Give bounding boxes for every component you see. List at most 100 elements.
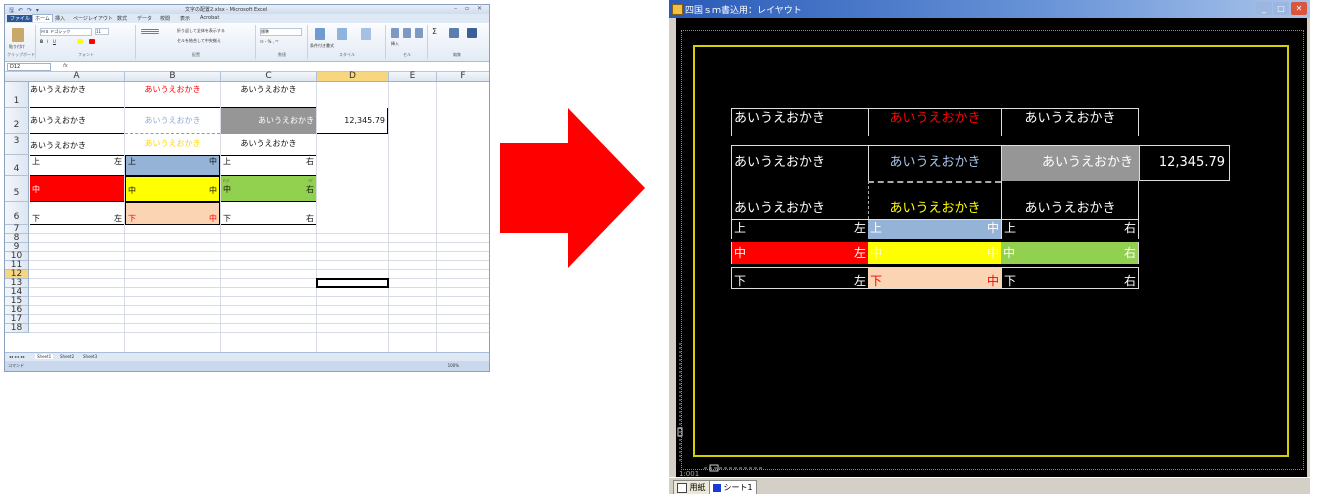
tab-review[interactable]: 校閲	[160, 15, 170, 22]
row-header[interactable]: 4	[5, 155, 29, 176]
tab-file[interactable]: ファイル	[7, 15, 34, 22]
cad-cell-r6c1[interactable]: 下 左	[731, 267, 868, 289]
cad-cell-r5c2[interactable]: 中 中	[868, 242, 1001, 264]
conditional-format-icon[interactable]	[315, 28, 325, 40]
cad-cell-r6c3[interactable]: 下 右	[1001, 267, 1139, 289]
cad-cell-r5c1[interactable]: 中 左	[731, 242, 868, 264]
tab-view[interactable]: 表示	[180, 15, 190, 22]
column-header-a[interactable]: A	[29, 72, 125, 82]
cell-b6[interactable]: 下 中	[125, 202, 220, 225]
row-header[interactable]: 1	[5, 82, 29, 108]
close-button[interactable]: ✕	[1291, 2, 1307, 15]
tab-paper[interactable]: 用紙	[673, 480, 710, 494]
drawing-canvas[interactable]: あいうえおかき あいうえおかき あいうえおかき あいうえおかき あいうえおかき …	[676, 18, 1307, 478]
cell-c5[interactable]: ﾁｭｳ 中 ﾐｷﾞ 右	[221, 176, 316, 202]
tab-formulas[interactable]: 数式	[117, 15, 127, 22]
cell-a5[interactable]: 中 左	[30, 176, 124, 202]
cad-cell-r3c1[interactable]: あいうえおかき	[731, 181, 868, 219]
row-header[interactable]: 5	[5, 176, 29, 202]
column-header-f[interactable]: F	[437, 72, 489, 82]
table-format-icon[interactable]	[337, 28, 347, 40]
name-box[interactable]: D12	[7, 63, 51, 71]
number-buttons[interactable]: ☷ - % , ⁰⁰	[260, 39, 278, 44]
worksheet-grid[interactable]: A B C D E F 1 2 3 4 5 6 7 8 9 10 11 12 1…	[5, 72, 489, 352]
cad-cell-r4c2[interactable]: 上 中	[868, 219, 1001, 239]
cell-style-icon[interactable]	[361, 28, 371, 40]
tab-data[interactable]: データ	[137, 15, 152, 22]
cell-b2[interactable]: あいうえおかき	[125, 108, 220, 134]
italic-button[interactable]: I	[47, 39, 48, 44]
cell-c6[interactable]: 下 右	[221, 202, 316, 225]
cell-c3[interactable]: あいうえおかき	[221, 138, 316, 155]
autosum-icon[interactable]: Σ	[432, 27, 437, 36]
sheet-tab-3[interactable]: Sheet3	[83, 354, 97, 359]
cell-c1[interactable]: あいうえおかき	[221, 84, 316, 108]
column-header-e[interactable]: E	[389, 72, 437, 82]
paste-icon[interactable]	[12, 28, 24, 42]
row-header[interactable]: 18	[5, 324, 29, 333]
cell-b1[interactable]: あいうえおかき	[125, 84, 220, 108]
cell-a1[interactable]: あいうえおかき	[30, 84, 124, 108]
cad-cell-r2c3[interactable]: あいうえおかき	[1001, 145, 1139, 181]
cad-cell-r3c3[interactable]: あいうえおかき	[1001, 181, 1139, 219]
cell-b4[interactable]: 上 中	[125, 155, 220, 176]
find-select-icon[interactable]	[467, 28, 477, 38]
cad-cell-r4c1[interactable]: 上 左	[731, 219, 868, 239]
cad-cell-r2c4[interactable]: 12,345.79	[1139, 145, 1230, 181]
cell-c4[interactable]: 上 右	[221, 155, 316, 176]
cell-a6[interactable]: 下 左	[30, 202, 124, 225]
tab-home[interactable]: ホーム	[32, 14, 53, 22]
fx-button[interactable]: fx	[63, 63, 68, 69]
zoom-level[interactable]: 100%	[448, 363, 459, 368]
tab-sheet1[interactable]: シート1	[709, 480, 757, 494]
tab-acrobat[interactable]: Acrobat	[200, 15, 219, 21]
cad-cell-r1c1[interactable]: あいうえおかき	[731, 108, 868, 136]
window-controls[interactable]: – ▫ ✕	[454, 5, 485, 12]
cad-cell-r1c3[interactable]: あいうえおかき	[1001, 108, 1139, 136]
cell-text: 中	[209, 157, 217, 166]
row-header[interactable]: 3	[5, 134, 29, 155]
tab-insert[interactable]: 挿入	[55, 15, 65, 22]
select-all-corner[interactable]	[5, 72, 30, 82]
format-cells-icon[interactable]	[415, 28, 423, 38]
cell-a2[interactable]: あいうえおかき	[30, 108, 124, 134]
fill-color-icon[interactable]	[77, 39, 83, 44]
minimize-button[interactable]: _	[1256, 2, 1272, 15]
bold-button[interactable]: B	[40, 39, 43, 44]
row-header[interactable]: 2	[5, 108, 29, 134]
column-header-b[interactable]: B	[125, 72, 221, 82]
cad-cell-r4c3[interactable]: 上 右	[1001, 219, 1139, 239]
cell-a4[interactable]: 上 左	[30, 155, 124, 176]
maximize-button[interactable]: □	[1273, 2, 1289, 15]
insert-cells-icon[interactable]	[391, 28, 399, 38]
column-header-c[interactable]: C	[221, 72, 317, 82]
cad-cell-r5c3[interactable]: 中 右	[1001, 242, 1139, 264]
font-color-icon[interactable]	[89, 39, 95, 44]
number-format-box[interactable]: 標準	[260, 28, 302, 36]
tab-page-layout[interactable]: ページレイアウト	[73, 15, 113, 22]
sort-filter-icon[interactable]	[449, 28, 459, 38]
cad-cell-r3c2[interactable]: あいうえおかき	[868, 181, 1001, 219]
cad-cell-r1c2[interactable]: あいうえおかき	[868, 108, 1001, 136]
delete-cells-icon[interactable]	[403, 28, 411, 38]
cell-b5[interactable]: 中 中	[125, 176, 220, 202]
cad-cell-r6c2[interactable]: 下 中	[868, 267, 1001, 289]
font-name-box[interactable]: ＭＳ Ｐゴシック	[40, 28, 92, 36]
align-icon[interactable]	[141, 29, 159, 34]
wrap-text-button[interactable]: 折り返して全体を表示する	[177, 28, 225, 34]
row-header[interactable]: 6	[5, 202, 29, 225]
cell-a3[interactable]: あいうえおかき	[30, 140, 124, 154]
sheet-nav-arrows[interactable]: ◂◂ ◂ ▸ ▸▸	[9, 354, 25, 359]
cell-c2[interactable]: あいうえおかき	[221, 108, 316, 134]
cad-cell-r2c1[interactable]: あいうえおかき	[731, 145, 868, 181]
cell-b3[interactable]: あいうえおかき	[125, 138, 220, 155]
font-size-box[interactable]: 11	[95, 28, 109, 35]
merge-button[interactable]: セルを結合して中央揃え	[177, 38, 221, 44]
cell-d2[interactable]: 12,345.79	[317, 108, 388, 134]
active-cell-d12[interactable]	[316, 278, 389, 288]
underline-button[interactable]: U	[53, 39, 56, 44]
cad-cell-r2c2[interactable]: あいうえおかき	[868, 145, 1001, 181]
column-header-d[interactable]: D	[317, 72, 389, 82]
sheet-tab-1[interactable]: Sheet1	[35, 354, 54, 359]
sheet-tab-2[interactable]: Sheet2	[60, 354, 74, 359]
